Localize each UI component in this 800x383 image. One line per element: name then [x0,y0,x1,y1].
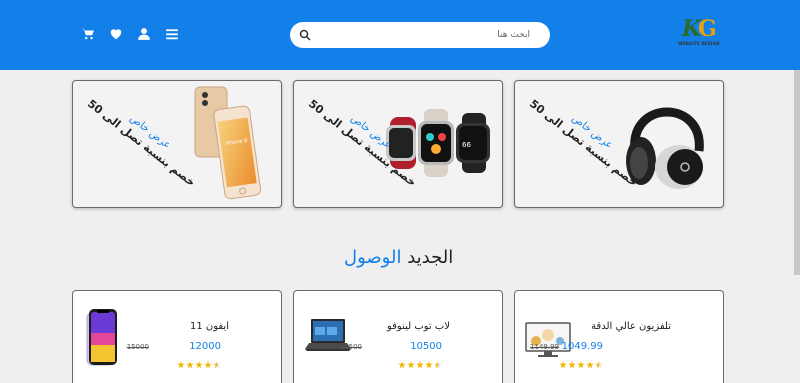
section-title-blue: الوصول [344,247,402,268]
product-price: 12000 [189,341,221,352]
laptop-image [305,319,351,351]
search-icon[interactable] [299,29,311,41]
section-title-dark: الجديد [407,247,454,268]
product-name: تلفزيون عالي الدقة [591,321,671,332]
tv-image [525,322,571,357]
half-star-icon [434,361,442,369]
product-card-tv[interactable]: تلفزيون عالي الدقة 1049.99 1149.99 [514,290,724,383]
scrollbar[interactable] [794,70,800,275]
product-name: ايفون 11 [189,321,229,332]
half-star-icon [595,361,603,369]
star-icon [586,361,594,369]
promo-card-headphones[interactable]: عرض خاص خصم بنسبة تصل الى 50 [514,80,724,208]
star-icon [425,361,433,369]
search-bar [290,22,550,48]
user-icon[interactable] [136,25,152,43]
site-header: KG WEBSITE DESIGN [0,0,800,70]
product-old-price: 11500 [339,343,362,351]
product-card-iphone-11[interactable]: ايفون 11 12000 15000 [72,290,282,383]
star-icon [186,361,194,369]
star-icon [568,361,576,369]
rating-stars [398,361,442,369]
svg-text:66: 66 [462,141,471,149]
header-icons [80,25,180,43]
promo-title: عرض خاص [127,112,173,152]
product-price: 1049.99 [561,341,603,352]
search-input[interactable] [320,23,540,47]
star-icon [407,361,415,369]
site-logo[interactable]: KG WEBSITE DESIGN [676,14,722,50]
star-icon [559,361,567,369]
promo-desc: خصم بنسبة تصل الى 50 [85,97,198,190]
promo-card-watches[interactable]: 66 عرض خاص خصم بنسبة تصل الى 50 [293,80,503,208]
product-old-price: 15000 [126,343,149,351]
heart-icon[interactable] [108,25,124,43]
star-icon [177,361,185,369]
star-icon [195,361,203,369]
product-card-laptop[interactable]: لاب توب لينوفو 10500 11500 [293,290,503,383]
product-price: 10500 [410,341,442,352]
star-icon [416,361,424,369]
rating-stars [177,361,221,369]
half-star-icon [213,361,221,369]
cart-icon[interactable] [80,25,96,43]
star-icon [204,361,212,369]
star-icon [577,361,585,369]
product-name: لاب توب لينوفو [386,321,450,332]
menu-icon[interactable] [164,25,180,43]
star-icon [398,361,406,369]
product-old-price: 1149.99 [530,343,559,351]
iphone-8-image: iPhone 8 [194,86,262,200]
promo-card-iphone[interactable]: iPhone 8 عرض خاص خصم بنسبة تصل الى 50 [72,80,282,208]
iphone-11-image [86,309,117,366]
logo-text: WEBSITE DESIGN [678,41,720,46]
rating-stars [559,361,603,369]
section-title-new-arrivals: الجديد الوصول [344,247,453,268]
